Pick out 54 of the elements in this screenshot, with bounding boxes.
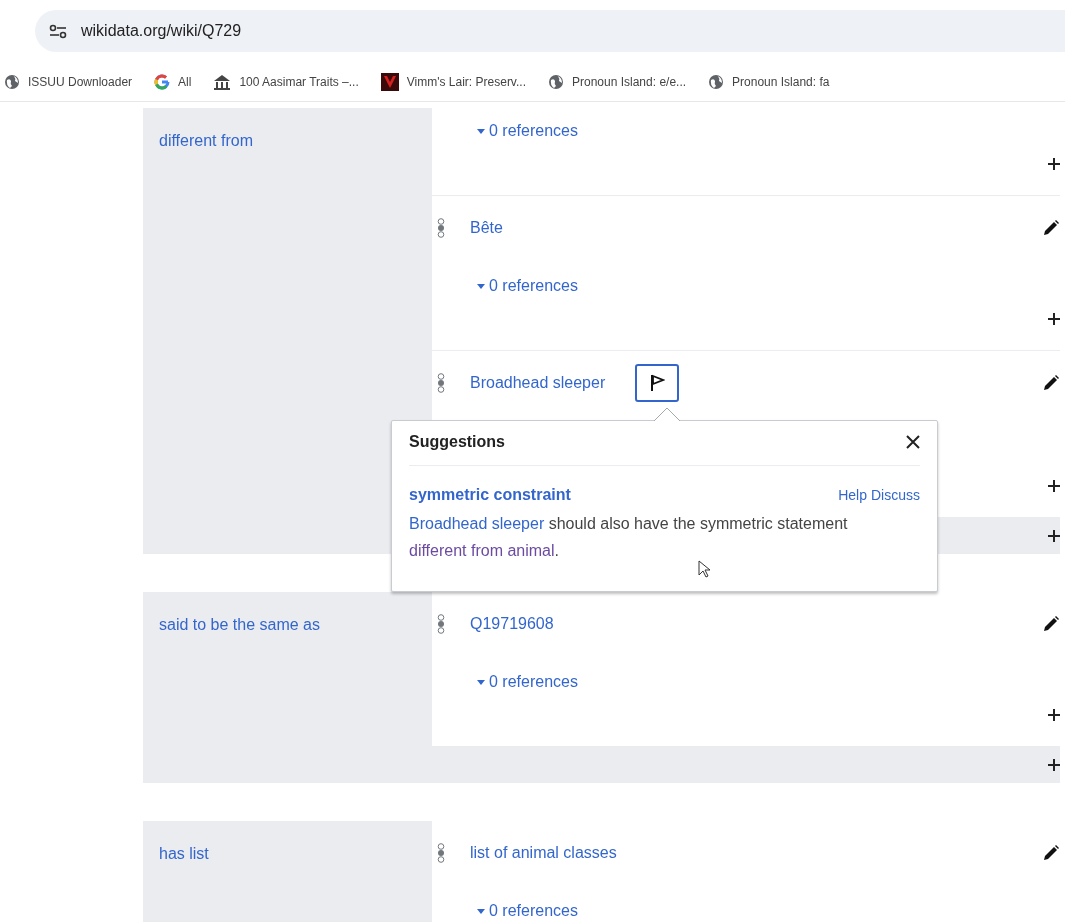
bookmark[interactable]: Vimm's Lair: Preserv...	[380, 72, 526, 91]
suggestion-message: Broadhead sleeper should also have the symmetric statement different from animal.	[409, 514, 849, 561]
help-link[interactable]: Help	[838, 487, 867, 503]
discuss-link[interactable]: Discuss	[871, 487, 920, 503]
temple-icon	[213, 73, 232, 90]
constraint-title: symmetric constraint	[409, 486, 571, 504]
entity-link[interactable]: different from animal	[409, 542, 555, 559]
entity-link[interactable]: Broadhead sleeper	[409, 515, 545, 532]
address-field[interactable]: wikidata.org/wiki/Q729	[81, 22, 242, 40]
add-icon[interactable]	[1048, 709, 1060, 721]
references-toggle[interactable]: 0 references	[477, 671, 578, 693]
property-link[interactable]: different from	[159, 132, 253, 149]
caret-icon	[477, 128, 485, 134]
rank-selector-icon[interactable]	[436, 218, 446, 238]
cursor-icon	[698, 560, 711, 578]
popup-title: Suggestions	[409, 433, 505, 451]
globe-icon	[4, 73, 20, 90]
rank-selector-icon[interactable]	[436, 614, 446, 634]
bookmark[interactable]: 100 Aasimar Traits –...	[213, 73, 359, 90]
bookmark[interactable]: Pronoun Island: fa	[708, 73, 830, 90]
add-icon[interactable]	[1048, 313, 1060, 325]
thumbnail-icon	[380, 72, 399, 91]
property-link[interactable]: has list	[159, 845, 209, 862]
edit-icon[interactable]	[1042, 844, 1060, 862]
edit-icon[interactable]	[1042, 374, 1060, 392]
caret-icon	[477, 283, 485, 289]
bookmark[interactable]: Pronoun Island: e/e...	[548, 73, 687, 90]
add-icon[interactable]	[1048, 158, 1060, 170]
value-link[interactable]: Broadhead sleeper	[470, 374, 606, 392]
references-toggle[interactable]: 0 references	[477, 900, 578, 922]
value-link[interactable]: Q19719608	[470, 615, 554, 633]
references-toggle[interactable]: 0 references	[477, 275, 578, 297]
caret-icon	[477, 908, 485, 914]
bookmark[interactable]: All	[154, 73, 192, 90]
flag-icon	[649, 374, 666, 392]
edit-icon[interactable]	[1042, 615, 1060, 633]
google-icon	[154, 73, 171, 90]
add-icon[interactable]	[1048, 529, 1060, 542]
rank-selector-icon[interactable]	[436, 843, 446, 863]
add-icon[interactable]	[1048, 480, 1060, 492]
references-toggle[interactable]: 0 references	[477, 120, 578, 142]
value-link[interactable]: Bête	[470, 219, 503, 237]
globe-icon	[548, 73, 564, 90]
site-settings-icon[interactable]	[49, 23, 67, 39]
add-icon[interactable]	[1048, 758, 1060, 771]
globe-icon	[708, 73, 725, 90]
bookmark[interactable]: ISSUU Downloader	[4, 73, 133, 90]
rank-selector-icon[interactable]	[436, 373, 446, 393]
close-icon[interactable]	[906, 435, 920, 449]
issues-button[interactable]	[635, 364, 680, 402]
property-link[interactable]: said to be the same as	[159, 616, 320, 633]
value-link[interactable]: list of animal classes	[470, 844, 617, 862]
caret-icon	[477, 679, 485, 685]
edit-icon[interactable]	[1042, 219, 1060, 237]
